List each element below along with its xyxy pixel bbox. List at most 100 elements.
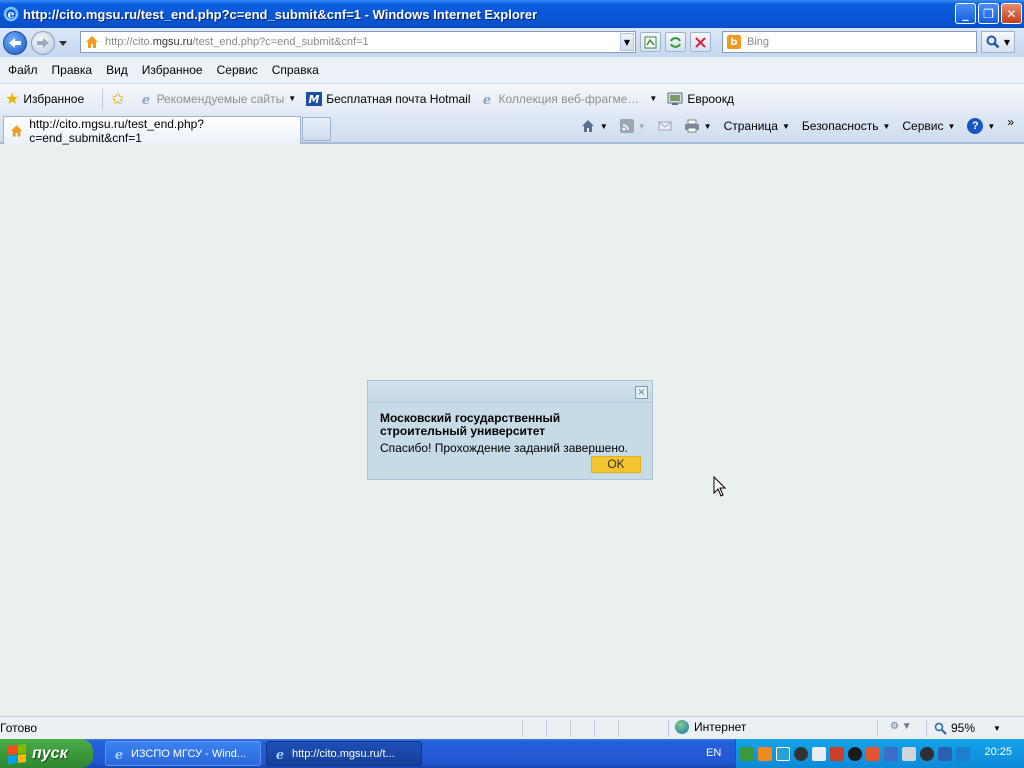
print-button[interactable]: ▼ [684, 119, 712, 133]
ie-logo-icon: e [3, 6, 19, 22]
search-icon [986, 35, 1000, 49]
tools-menu-label: Сервис [902, 119, 944, 133]
refresh-button[interactable] [665, 32, 686, 52]
menu-help[interactable]: Справка [272, 63, 319, 77]
feeds-button[interactable]: ▼ [619, 119, 646, 133]
help-button[interactable]: ? ▼ [967, 118, 995, 134]
compatibility-icon [644, 36, 657, 48]
maximize-button[interactable]: ❐ [978, 3, 999, 24]
security-zone[interactable]: Интернет [675, 720, 746, 734]
evrookd-link[interactable]: Евроокд [667, 92, 734, 106]
start-label: пуск [32, 744, 68, 762]
ie-icon: e [141, 93, 149, 106]
stop-icon [695, 36, 706, 48]
start-button[interactable]: пуск [0, 739, 93, 768]
more-commands-chevron[interactable]: » [1007, 115, 1014, 129]
rss-feed-icon [619, 119, 634, 133]
tray-app-icon[interactable] [956, 746, 970, 761]
tab-active[interactable]: http://cito.mgsu.ru/test_end.php?c=end_s… [3, 116, 301, 145]
clock[interactable]: 20:25 [984, 746, 1012, 758]
window-title: http://cito.mgsu.ru/test_end.php?c=end_s… [23, 6, 538, 22]
bing-icon: b [727, 35, 741, 49]
protected-mode-indicator[interactable]: ⚙ ▼ [890, 721, 912, 732]
menu-file[interactable]: Файл [8, 63, 38, 77]
page-menu[interactable]: Страница ▼ [724, 119, 790, 133]
system-tray: 20:25 [735, 739, 1024, 768]
hotmail-link[interactable]: M Бесплатная почта Hotmail [306, 91, 471, 106]
page-menu-label: Страница [723, 119, 778, 133]
add-to-favorites-button[interactable]: ✩ [111, 89, 128, 109]
ie-icon: e [483, 93, 491, 106]
taskbar-item-active[interactable]: e http://cito.mgsu.ru/t... [266, 741, 422, 766]
tray-app-icon[interactable] [902, 746, 916, 761]
home-button[interactable]: ▼ [580, 118, 608, 134]
svg-text:M: M [309, 93, 320, 106]
separator [102, 88, 104, 109]
add-favorite-star-icon: ✩ [111, 90, 125, 108]
tab-bar: http://cito.mgsu.ru/test_end.php?c=end_s… [0, 113, 1024, 145]
safety-menu[interactable]: Безопасность ▼ [802, 119, 890, 133]
taskbar: пуск e ИЗСПО МГСУ - Wind... e http://cit… [0, 739, 1024, 768]
menu-view[interactable]: Вид [106, 63, 128, 77]
web-slice-gallery-link[interactable]: e Коллекция веб-фрагме… ▼ [480, 92, 657, 106]
tools-menu[interactable]: Сервис ▼ [902, 119, 955, 133]
alert-dialog: × Московский государственный строительны… [367, 380, 653, 480]
zoom-level: 95% [951, 721, 976, 735]
tray-app-icon[interactable] [758, 746, 772, 761]
search-input[interactable]: b Bing [722, 31, 977, 53]
tray-app-icon[interactable] [884, 746, 898, 761]
menu-favorites[interactable]: Избранное [142, 63, 203, 77]
address-dropdown-button[interactable]: ▼ [620, 33, 634, 51]
command-bar: ▼ ▼ ▼ Страница ▼ Безопасность ▼ Сервис ▼… [580, 115, 1014, 134]
menu-edit[interactable]: Правка [52, 63, 93, 77]
address-input[interactable]: http://cito.mgsu.ru/test_end.php?c=end_s… [80, 31, 636, 53]
tray-app-icon[interactable] [776, 746, 790, 761]
tray-app-icon[interactable] [740, 746, 754, 761]
tray-app-icon[interactable] [812, 746, 826, 761]
svg-text:e: e [276, 748, 284, 761]
back-button[interactable] [3, 30, 27, 55]
tray-app-icon[interactable] [920, 746, 934, 761]
minimize-button[interactable]: _ [955, 3, 976, 24]
tray-app-icon[interactable] [830, 746, 844, 761]
dialog-close-button[interactable]: × [635, 386, 648, 399]
zoom-control[interactable]: 95% ▼ [934, 721, 1001, 735]
tray-app-icon[interactable] [848, 746, 862, 761]
tray-app-icon[interactable] [938, 746, 952, 761]
compatibility-view-button[interactable] [640, 32, 661, 52]
page-favicon-icon [86, 36, 98, 48]
page-favicon-icon [10, 124, 23, 137]
suggested-sites-link[interactable]: e Рекомендуемые сайты ▼ [139, 91, 296, 106]
tray-app-icon[interactable] [866, 746, 880, 761]
search-placeholder: Bing [747, 36, 770, 48]
recent-pages-dropdown[interactable] [57, 38, 69, 48]
hotmail-label: Бесплатная почта Hotmail [326, 91, 471, 106]
help-icon: ? [967, 118, 984, 134]
forward-button[interactable] [31, 30, 55, 55]
read-mail-button[interactable] [658, 120, 672, 132]
menu-tools[interactable]: Сервис [217, 63, 258, 77]
suggested-sites-label: Рекомендуемые сайты [156, 91, 285, 106]
globe-icon [675, 720, 689, 734]
dialog-title: Московский государственный строительный … [380, 411, 561, 438]
favorites-label: Избранное [23, 91, 85, 106]
ok-button[interactable]: OK [591, 456, 641, 473]
search-button[interactable]: ▼ [981, 31, 1015, 53]
favorites-button[interactable]: ★ Избранное [5, 89, 84, 109]
new-tab-button[interactable] [302, 117, 331, 141]
tab-label: http://cito.mgsu.ru/test_end.php?c=end_s… [29, 116, 204, 145]
svg-text:e: e [483, 93, 491, 106]
taskbar-item-label: http://cito.mgsu.ru/t... [292, 747, 395, 760]
web-icon [667, 92, 683, 105]
language-indicator[interactable]: EN [706, 747, 721, 759]
close-window-button[interactable]: ✕ [1001, 3, 1022, 24]
tray-app-icon[interactable] [794, 746, 808, 761]
zone-label: Интернет [694, 720, 747, 734]
stop-button[interactable] [690, 32, 711, 52]
dialog-header [368, 381, 652, 403]
taskbar-item[interactable]: e ИЗСПО МГСУ - Wind... [105, 741, 261, 766]
refresh-icon [670, 36, 681, 48]
mouse-cursor-icon [713, 476, 727, 497]
favorites-bar: ★ Избранное ✩ e Рекомендуемые сайты ▼ M … [0, 84, 1024, 113]
svg-text:e: e [141, 93, 149, 106]
